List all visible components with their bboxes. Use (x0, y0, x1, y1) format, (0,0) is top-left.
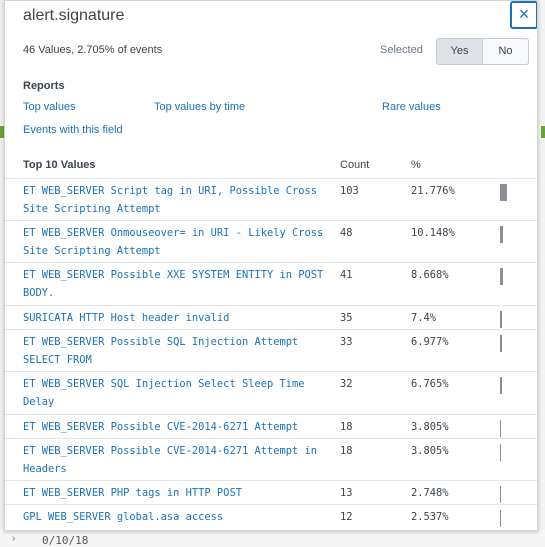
value-percent: 7.4% (411, 312, 437, 324)
percent-bar (500, 268, 530, 285)
value-link[interactable]: ET WEB_SERVER PHP tags in HTTP POST (23, 484, 333, 502)
percent-bar-fill (500, 486, 501, 503)
value-count: 35 (340, 312, 353, 324)
percent-bar-fill (500, 510, 501, 527)
close-icon[interactable]: × (510, 1, 537, 29)
top-values-heading: Top 10 Values (23, 159, 96, 171)
table-row: ET WEB_SERVER Possible XXE SYSTEM ENTITY… (5, 262, 537, 306)
value-percent: 2.748% (411, 487, 449, 499)
value-link[interactable]: ET WEB_SERVER Possible SQL Injection Att… (23, 333, 333, 369)
count-column-header: Count (340, 159, 370, 171)
percent-bar-fill (500, 420, 501, 437)
value-percent: 3.805% (411, 421, 449, 433)
selected-yes-button[interactable]: Yes (436, 38, 483, 65)
value-count: 18 (340, 445, 353, 457)
value-percent: 10.148% (411, 227, 455, 239)
value-count: 103 (340, 185, 359, 197)
table-row: ET WEB_SERVER Script tag in URI, Possibl… (5, 178, 537, 221)
top-values-link[interactable]: Top values (23, 101, 76, 113)
percent-bar (500, 486, 530, 503)
selected-label: Selected (380, 44, 423, 56)
percent-bar (500, 226, 530, 243)
value-link[interactable]: GPL WEB_SERVER global.asa access (23, 508, 333, 526)
table-row: GPL WEB_SERVER global.asa access 12 2.537% (5, 504, 537, 529)
table-row: ET WEB_SERVER Possible SQL Injection Att… (5, 329, 537, 372)
table-row: ET WEB_SERVER PHP tags in HTTP POST 13 2.7… (5, 480, 537, 505)
percent-bar-fill (500, 335, 502, 352)
rare-values-link[interactable]: Rare values (382, 101, 441, 113)
percent-bar (500, 335, 530, 352)
value-link[interactable]: ET WEB_SERVER SQL Injection Select Sleep… (23, 375, 333, 411)
value-count: 33 (340, 336, 353, 348)
percent-bar (500, 377, 530, 394)
value-count: 13 (340, 487, 353, 499)
value-link[interactable]: ET WEB_SERVER Script tag in URI, Possibl… (23, 182, 333, 218)
value-link[interactable]: ET WEB_SERVER Onmouseover= in URI - Like… (23, 224, 333, 260)
reports-heading: Reports (23, 80, 65, 92)
selected-toggle: Yes No (436, 38, 529, 65)
percent-bar-fill (500, 268, 503, 285)
value-link[interactable]: ET WEB_SERVER Possible CVE-2014-6271 Att… (23, 442, 333, 478)
chevron-right-icon: › (12, 533, 16, 544)
percent-bar-fill (500, 444, 501, 461)
value-percent: 3.805% (411, 445, 449, 457)
background-row-date: 0/10/18 (42, 534, 89, 547)
percent-bar (500, 184, 530, 201)
value-link[interactable]: SURICATA HTTP Host header invalid (23, 309, 333, 327)
percent-bar-fill (500, 184, 507, 201)
values-summary: 46 Values, 2.705% of events (23, 44, 163, 56)
value-percent: 6.765% (411, 378, 449, 390)
value-percent: 2.537% (411, 511, 449, 523)
value-link[interactable]: ET WEB_SERVER Possible XXE SYSTEM ENTITY… (23, 266, 333, 302)
percent-bar-fill (500, 311, 502, 328)
table-row: ET WEB_SERVER Possible CVE-2014-6271 Att… (5, 438, 537, 481)
percent-column-header: % (411, 159, 421, 171)
popup-title: alert.signature (23, 7, 125, 24)
table-row: ET WEB_SERVER Onmouseover= in URI - Like… (5, 220, 537, 263)
value-link[interactable]: ET WEB_SERVER Possible CVE-2014-6271 Att… (23, 418, 333, 436)
value-percent: 21.776% (411, 185, 455, 197)
value-count: 32 (340, 378, 353, 390)
percent-bar (500, 444, 530, 461)
value-count: 18 (340, 421, 353, 433)
value-percent: 6.977% (411, 336, 449, 348)
percent-bar-fill (500, 226, 503, 243)
value-count: 48 (340, 227, 353, 239)
value-percent: 8.668% (411, 269, 449, 281)
table-row: ET WEB_SERVER SQL Injection Select Sleep… (5, 371, 537, 415)
percent-bar (500, 510, 530, 527)
events-with-field-link[interactable]: Events with this field (23, 124, 123, 136)
value-count: 12 (340, 511, 353, 523)
selected-no-button[interactable]: No (483, 38, 529, 65)
percent-bar (500, 311, 530, 328)
percent-bar-fill (500, 377, 502, 394)
value-count: 41 (340, 269, 353, 281)
percent-bar (500, 420, 530, 437)
top-values-by-time-link[interactable]: Top values by time (154, 101, 245, 113)
table-row: SURICATA HTTP Host header invalid 35 7.4% (5, 305, 537, 330)
background-green-marker-right (541, 126, 545, 138)
field-summary-popup: alert.signature × 46 Values, 2.705% of e… (4, 0, 538, 531)
table-row: ET WEB_SERVER Possible CVE-2014-6271 Att… (5, 414, 537, 439)
